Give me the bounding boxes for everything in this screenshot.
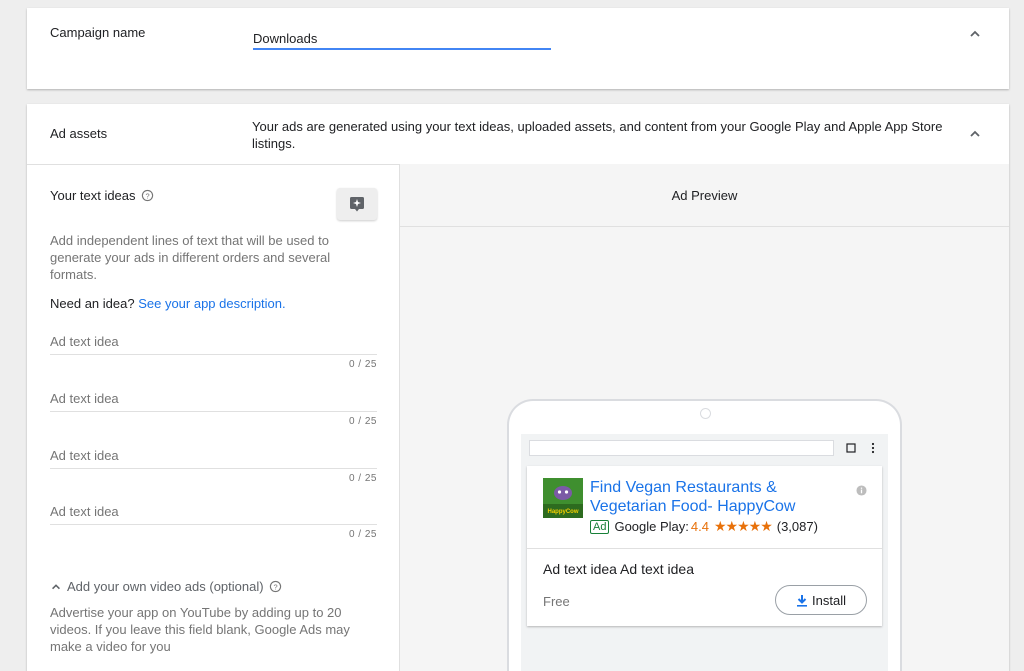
chevron-up-icon [52, 583, 60, 589]
svg-text:?: ? [145, 191, 149, 200]
char-counter-3: 0 / 25 [348, 473, 377, 484]
chevron-up-icon[interactable] [968, 27, 982, 41]
ad-badge: Ad [590, 519, 610, 534]
ad-text-idea-input-2[interactable] [50, 386, 377, 412]
char-counter-1: 0 / 25 [348, 359, 377, 370]
ad-meta-row: Ad Google Play: 4.4 ★★★★★ (3,087) [590, 518, 818, 535]
need-idea-row: Need an idea? See your app description. [50, 296, 286, 311]
ad-text: Ad text idea Ad text idea [543, 561, 694, 577]
ad-assets-card: Ad assets Your ads are generated using y… [27, 104, 1009, 671]
ad-card-divider [527, 548, 882, 549]
ad-text-idea-input-1[interactable] [50, 329, 377, 355]
video-ads-toggle[interactable]: Add your own video ads (optional) ? [50, 579, 282, 594]
ad-card: HappyCow Find Vegan Restaurants & Vegeta… [527, 466, 882, 626]
store-label: Google Play: [614, 519, 689, 534]
ad-app-title[interactable]: Find Vegan Restaurants & Vegetarian Food… [590, 478, 820, 516]
ad-text-idea-field-1: 0 / 25 [50, 329, 377, 370]
sparkle-idea-icon [350, 197, 364, 212]
chevron-up-icon[interactable] [968, 127, 982, 141]
info-icon[interactable] [856, 485, 867, 496]
more-vert-icon [871, 442, 875, 454]
text-ideas-help: Add independent lines of text that will … [50, 233, 331, 282]
text-ideas-header: Your text ideas ? [50, 188, 154, 203]
ad-text-idea-field-3: 0 / 25 [50, 443, 377, 484]
install-label: Install [812, 592, 846, 608]
campaign-name-card: Campaign name [27, 8, 1009, 89]
ad-preview-panel: Ad Preview HappyCow Find Vegan Restauran… [400, 164, 1009, 671]
download-icon [797, 594, 808, 607]
char-counter-2: 0 / 25 [348, 416, 377, 427]
ad-text-idea-input-4[interactable] [50, 499, 377, 525]
ad-text-idea-field-4: 0 / 25 [50, 499, 377, 540]
ad-text-idea-input-3[interactable] [50, 443, 377, 469]
idea-suggestion-button[interactable] [337, 188, 377, 220]
review-count: (3,087) [776, 519, 818, 534]
need-idea-text: Need an idea? [50, 296, 135, 311]
phone-camera [700, 408, 711, 419]
phone-screen: HappyCow Find Vegan Restaurants & Vegeta… [521, 434, 888, 671]
ad-text-idea-field-2: 0 / 25 [50, 386, 377, 427]
app-logo-text: HappyCow [547, 509, 578, 515]
text-ideas-panel: Your text ideas ? Add independent lines … [27, 164, 399, 671]
ad-assets-label: Ad assets [50, 126, 108, 141]
text-ideas-title: Your text ideas [50, 188, 136, 203]
preview-divider [400, 226, 1009, 227]
see-app-description-link[interactable]: See your app description. [138, 296, 285, 311]
ad-assets-description: Your ads are generated using your text i… [252, 119, 943, 151]
char-counter-4: 0 / 25 [348, 529, 377, 540]
campaign-name-label: Campaign name [50, 25, 146, 40]
browser-url-bar [529, 440, 834, 456]
rating-stars: ★★★★★ [713, 518, 773, 534]
app-logo-icon: HappyCow [543, 478, 583, 518]
video-ads-help: Advertise your app on YouTube by adding … [50, 605, 350, 654]
tabs-icon [846, 443, 856, 453]
rating-value: 4.4 [690, 519, 709, 534]
price-label: Free [543, 594, 570, 609]
help-icon[interactable]: ? [269, 580, 282, 593]
ad-preview-title: Ad Preview [671, 187, 738, 203]
help-icon[interactable]: ? [141, 189, 154, 202]
phone-mockup: HappyCow Find Vegan Restaurants & Vegeta… [507, 399, 902, 671]
svg-text:?: ? [273, 582, 277, 591]
install-button[interactable]: Install [775, 585, 867, 615]
video-ads-label: Add your own video ads (optional) [67, 579, 264, 594]
campaign-name-input[interactable] [253, 26, 551, 50]
